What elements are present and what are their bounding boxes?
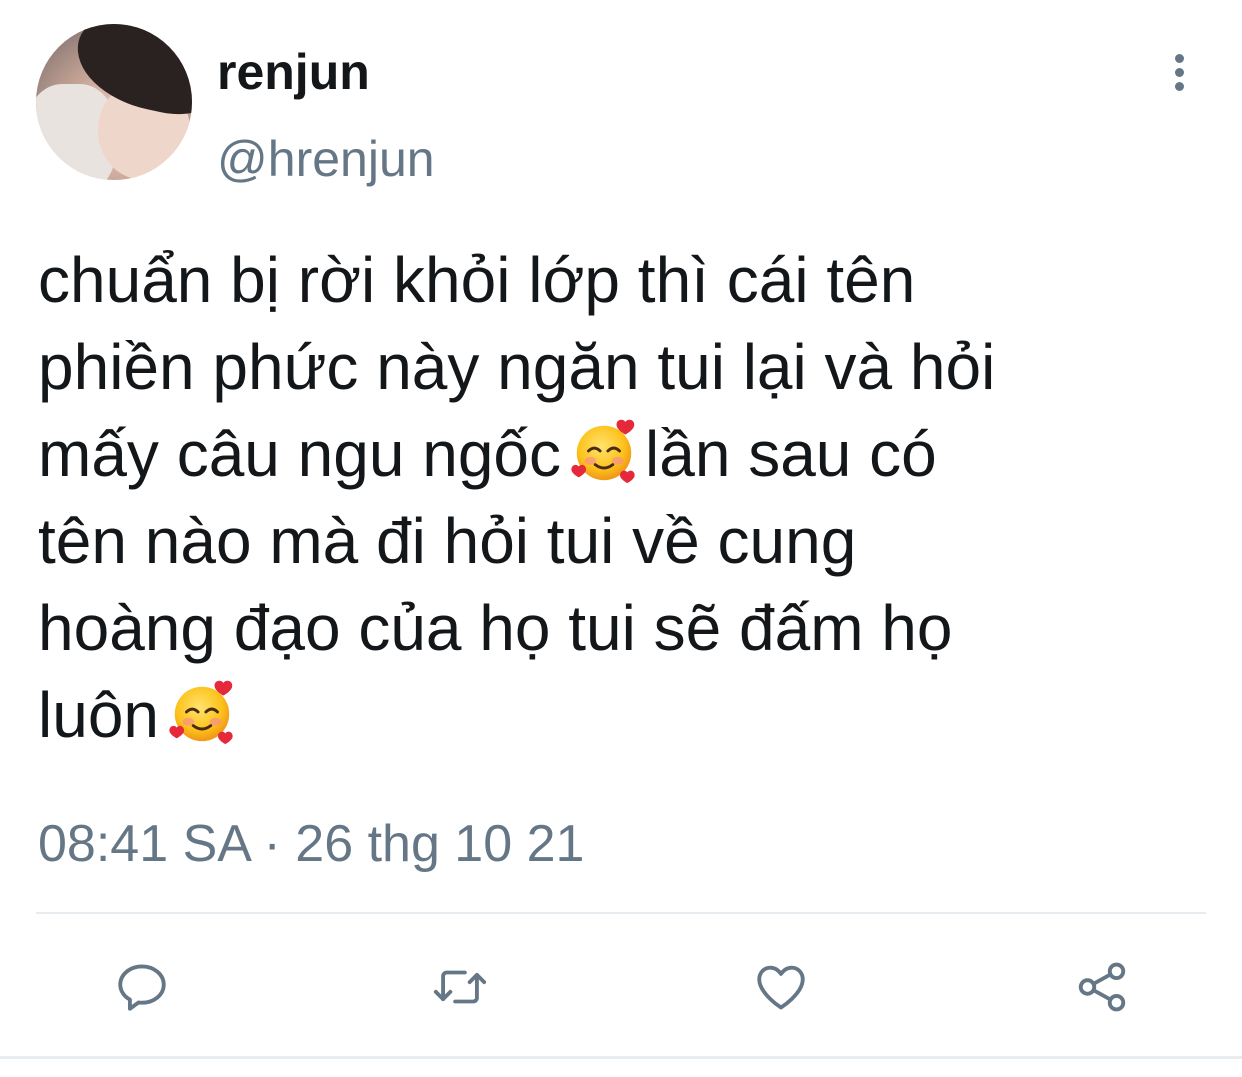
share-button[interactable] (1070, 955, 1134, 1019)
avatar[interactable] (36, 24, 192, 180)
tweet-line: phiền phức này ngăn tui lại và hỏi (38, 331, 996, 403)
divider (0, 1056, 1242, 1059)
more-options-icon[interactable] (1164, 54, 1194, 98)
reply-button[interactable] (110, 955, 174, 1019)
tweet-line: tên nào mà đi hỏi tui về cung (38, 505, 857, 577)
display-name[interactable]: renjun (217, 44, 370, 100)
heart-icon (757, 965, 805, 1010)
retweet-button[interactable] (428, 955, 492, 1019)
tweet-timestamp[interactable]: 08:41 SA · 26 thg 10 21 (38, 812, 584, 876)
reply-icon (118, 964, 166, 1011)
divider (36, 912, 1206, 914)
tweet-line: hoàng đạo của họ tui sẽ đấm họ (38, 592, 953, 664)
smiling-face-with-hearts-icon (169, 680, 233, 745)
smiling-face-with-hearts-icon (571, 419, 635, 484)
tweet-line: luôn (38, 672, 1218, 759)
user-handle[interactable]: @hrenjun (217, 130, 435, 188)
tweet-card: renjun @hrenjun chuẩn bị rời khỏi lớp th… (0, 0, 1242, 1077)
tweet-line: mấy câu ngu ngốc lần sau có (38, 418, 937, 490)
retweet-icon (433, 970, 487, 1004)
tweet-text: chuẩn bị rời khỏi lớp thì cái tên phiền … (38, 237, 1218, 759)
share-icon (1078, 962, 1126, 1012)
like-button[interactable] (749, 955, 813, 1019)
tweet-line: chuẩn bị rời khỏi lớp thì cái tên (38, 244, 916, 316)
